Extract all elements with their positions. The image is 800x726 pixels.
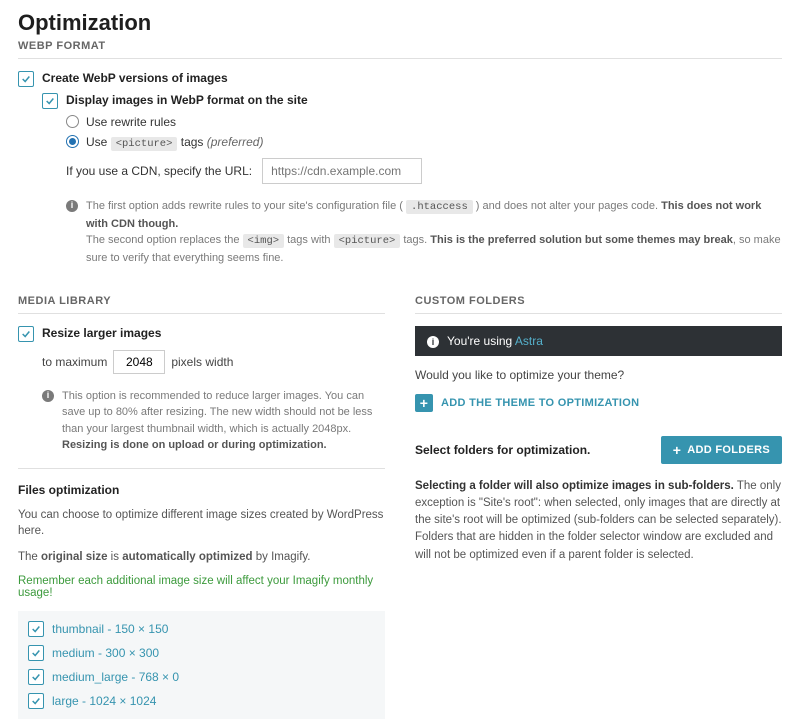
- plus-icon: +: [673, 443, 681, 457]
- resize-checkbox[interactable]: [18, 326, 34, 342]
- files-green-note: Remember each additional image size will…: [18, 575, 385, 599]
- page-title: Optimization: [18, 10, 782, 36]
- cdn-url-input[interactable]: [262, 158, 422, 184]
- check-icon: [31, 696, 41, 706]
- create-webp-label: Create WebP versions of images: [42, 71, 228, 85]
- files-desc: You can choose to optimize different ima…: [18, 507, 385, 539]
- size-checkbox[interactable]: [28, 621, 44, 637]
- files-heading: Files optimization: [18, 483, 385, 497]
- display-webp-checkbox[interactable]: [42, 93, 58, 109]
- theme-banner: i You're using Astra: [415, 326, 782, 356]
- sizes-list: thumbnail - 150 × 150 medium - 300 × 300…: [18, 611, 385, 719]
- add-theme-button[interactable]: + ADD THE THEME TO OPTIMIZATION: [415, 394, 782, 412]
- folder-desc: Selecting a folder will also optimize im…: [415, 478, 782, 564]
- max-pre: to maximum: [42, 355, 107, 369]
- info-icon: i: [66, 200, 78, 212]
- select-folders-label: Select folders for optimization.: [415, 443, 590, 457]
- size-label: medium_large - 768 × 0: [52, 670, 179, 684]
- theme-prompt: Would you like to optimize your theme?: [415, 368, 782, 382]
- media-section-label: MEDIA LIBRARY: [18, 295, 385, 314]
- media-info: i This option is recommended to reduce l…: [18, 388, 385, 454]
- check-icon: [21, 74, 31, 84]
- size-checkbox[interactable]: [28, 669, 44, 685]
- info-icon: i: [42, 390, 54, 402]
- max-width-input[interactable]: [113, 350, 165, 374]
- check-icon: [21, 329, 31, 339]
- check-icon: [31, 648, 41, 658]
- check-icon: [31, 672, 41, 682]
- webp-info: i The first option adds rewrite rules to…: [18, 198, 782, 267]
- create-webp-checkbox[interactable]: [18, 71, 34, 87]
- size-label: medium - 300 × 300: [52, 646, 159, 660]
- resize-label: Resize larger images: [42, 326, 161, 340]
- picture-radio[interactable]: [66, 135, 79, 148]
- check-icon: [31, 624, 41, 634]
- size-checkbox[interactable]: [28, 693, 44, 709]
- size-label: thumbnail - 150 × 150: [52, 622, 168, 636]
- rewrite-radio-label: Use rewrite rules: [86, 115, 176, 129]
- plus-icon: +: [415, 394, 433, 412]
- display-webp-label: Display images in WebP format on the sit…: [66, 93, 308, 107]
- theme-link[interactable]: Astra: [515, 334, 543, 348]
- picture-radio-label: Use <picture> tags (preferred): [86, 135, 263, 150]
- check-icon: [45, 96, 55, 106]
- rewrite-radio[interactable]: [66, 115, 79, 128]
- files-auto: The original size is automatically optim…: [18, 549, 385, 565]
- max-post: pixels width: [171, 355, 233, 369]
- webp-section-label: WEBP FORMAT: [18, 40, 782, 59]
- size-label: large - 1024 × 1024: [52, 694, 156, 708]
- add-folders-button[interactable]: +ADD FOLDERS: [661, 436, 782, 464]
- info-icon: i: [427, 336, 439, 348]
- cdn-label: If you use a CDN, specify the URL:: [66, 164, 252, 178]
- size-checkbox[interactable]: [28, 645, 44, 661]
- custom-section-label: CUSTOM FOLDERS: [415, 295, 782, 314]
